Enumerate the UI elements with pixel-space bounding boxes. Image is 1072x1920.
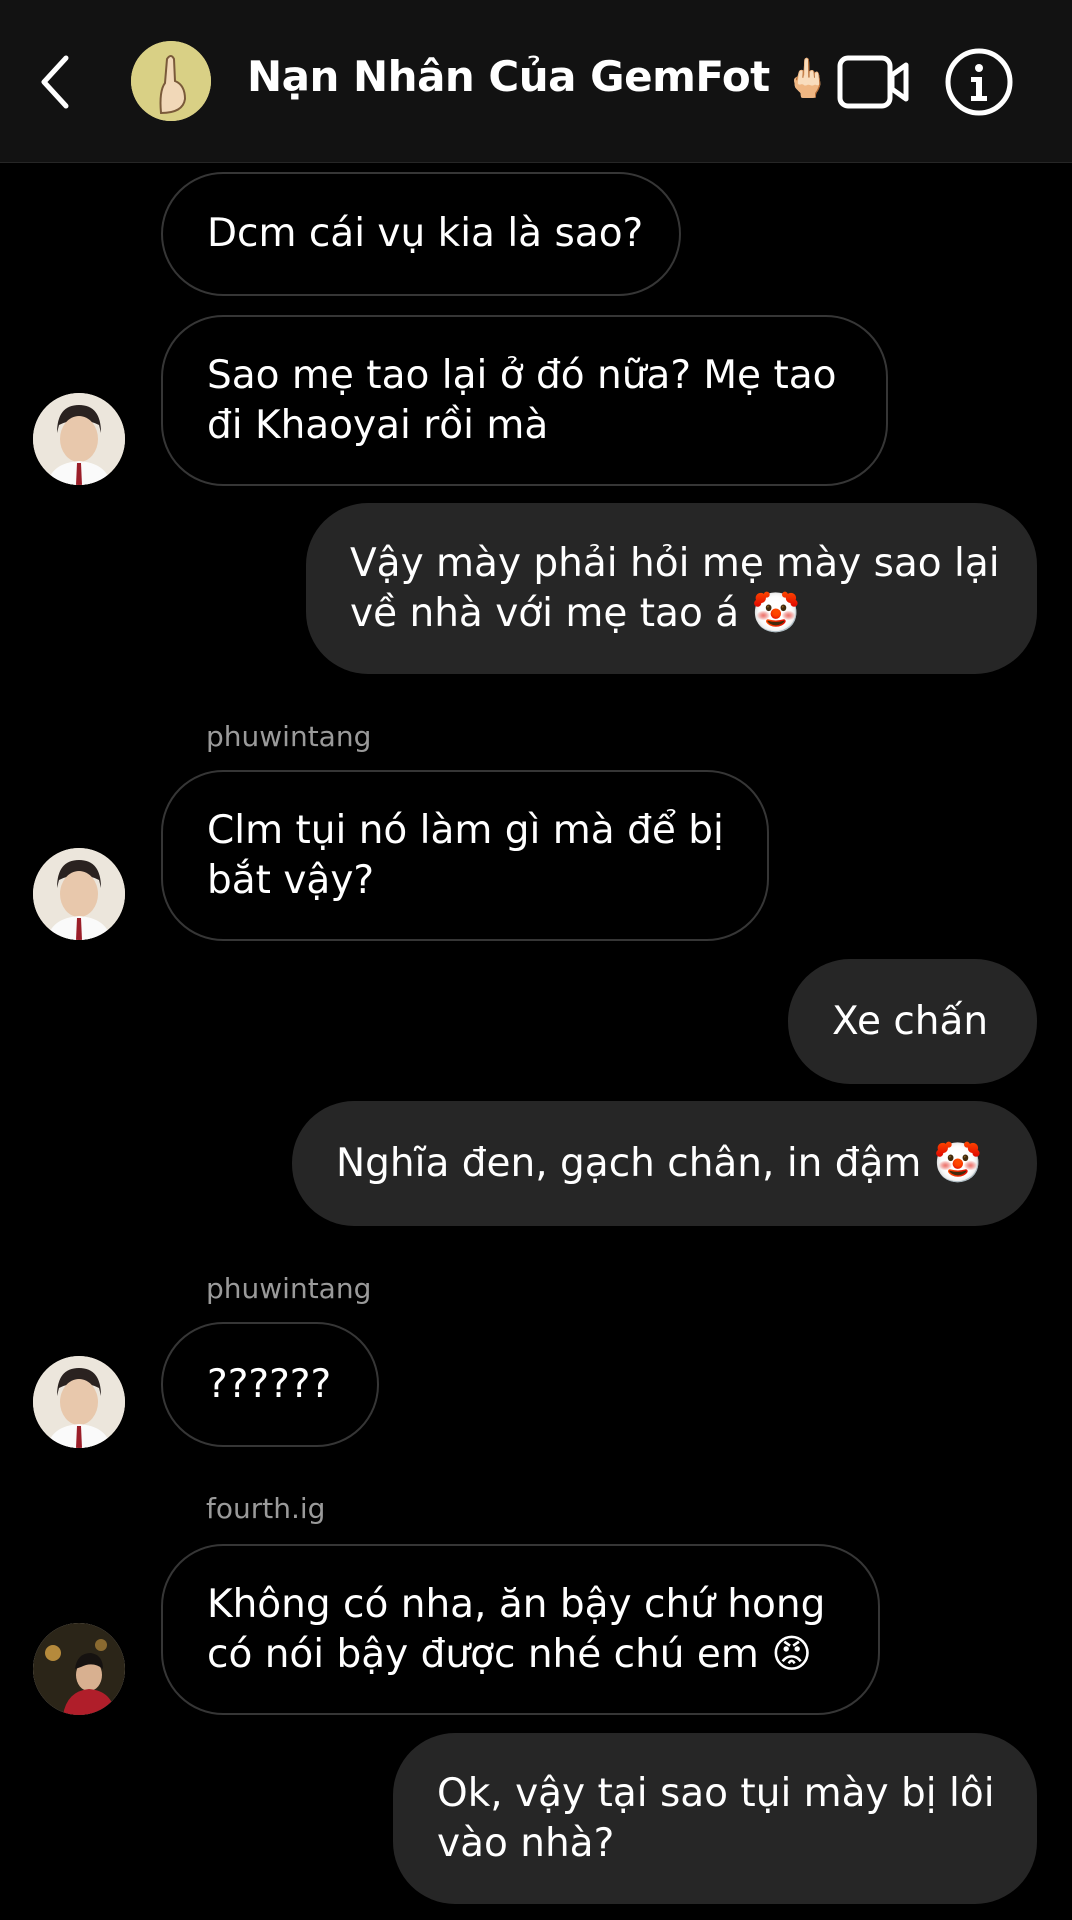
avatar[interactable]	[33, 848, 125, 940]
back-button[interactable]	[36, 50, 76, 114]
chat-header: Nạn Nhân Của GemFot 🖕🏻	[0, 0, 1072, 163]
info-button[interactable]	[944, 47, 1014, 117]
message-bubble[interactable]: Không có nha, ăn bậy chứ hong có nói bậy…	[161, 1544, 880, 1715]
message-bubble[interactable]: Vậy mày phải hỏi mẹ mày sao lại về nhà v…	[306, 503, 1037, 674]
message-bubble[interactable]: Nghĩa đen, gạch chân, in đậm 🤡	[292, 1101, 1037, 1226]
message-bubble[interactable]: Dcm cái vụ kia là sao?	[161, 172, 681, 296]
chevron-left-icon	[41, 55, 69, 109]
message-text: Clm tụi nó làm gì mà để bị bắt vậy?	[207, 807, 724, 903]
group-avatar[interactable]	[131, 41, 211, 121]
message-text: Không có nha, ăn bậy chứ hong có nói bậy…	[207, 1581, 826, 1677]
sender-name: phuwintang	[206, 720, 372, 753]
message-text: Sao mẹ tao lại ở đó nữa? Mẹ tao đi Khaoy…	[207, 352, 837, 448]
message-text: Ok, vậy tại sao tụi mày bị lôi vào nhà?	[437, 1770, 995, 1866]
message-text: Nghĩa đen, gạch chân, in đậm 🤡	[336, 1140, 983, 1186]
message-bubble[interactable]: Ok, vậy tại sao tụi mày bị lôi vào nhà?	[393, 1733, 1037, 1904]
message-bubble[interactable]: Clm tụi nó làm gì mà để bị bắt vậy?	[161, 770, 769, 941]
message-text: Xe chấn	[832, 998, 989, 1044]
message-text: ??????	[207, 1361, 332, 1407]
video-camera-icon	[837, 55, 909, 109]
chat-title[interactable]: Nạn Nhân Của GemFot 🖕🏻	[247, 52, 831, 101]
message-bubble[interactable]: Sao mẹ tao lại ở đó nữa? Mẹ tao đi Khaoy…	[161, 315, 888, 486]
sender-name: fourth.ig	[206, 1492, 326, 1525]
message-bubble[interactable]: Xe chấn	[788, 959, 1037, 1084]
sender-name: phuwintang	[206, 1272, 372, 1305]
video-call-button[interactable]	[836, 53, 912, 111]
avatar[interactable]	[33, 393, 125, 485]
chat-title-text: Nạn Nhân Của GemFot	[247, 52, 770, 101]
info-icon	[945, 48, 1013, 116]
message-text: Vậy mày phải hỏi mẹ mày sao lại về nhà v…	[350, 540, 1000, 636]
chat-title-emoji: 🖕🏻	[783, 56, 831, 100]
message-bubble[interactable]: ??????	[161, 1322, 379, 1447]
avatar[interactable]	[33, 1623, 125, 1715]
avatar[interactable]	[33, 1356, 125, 1448]
message-text: Dcm cái vụ kia là sao?	[207, 211, 644, 256]
